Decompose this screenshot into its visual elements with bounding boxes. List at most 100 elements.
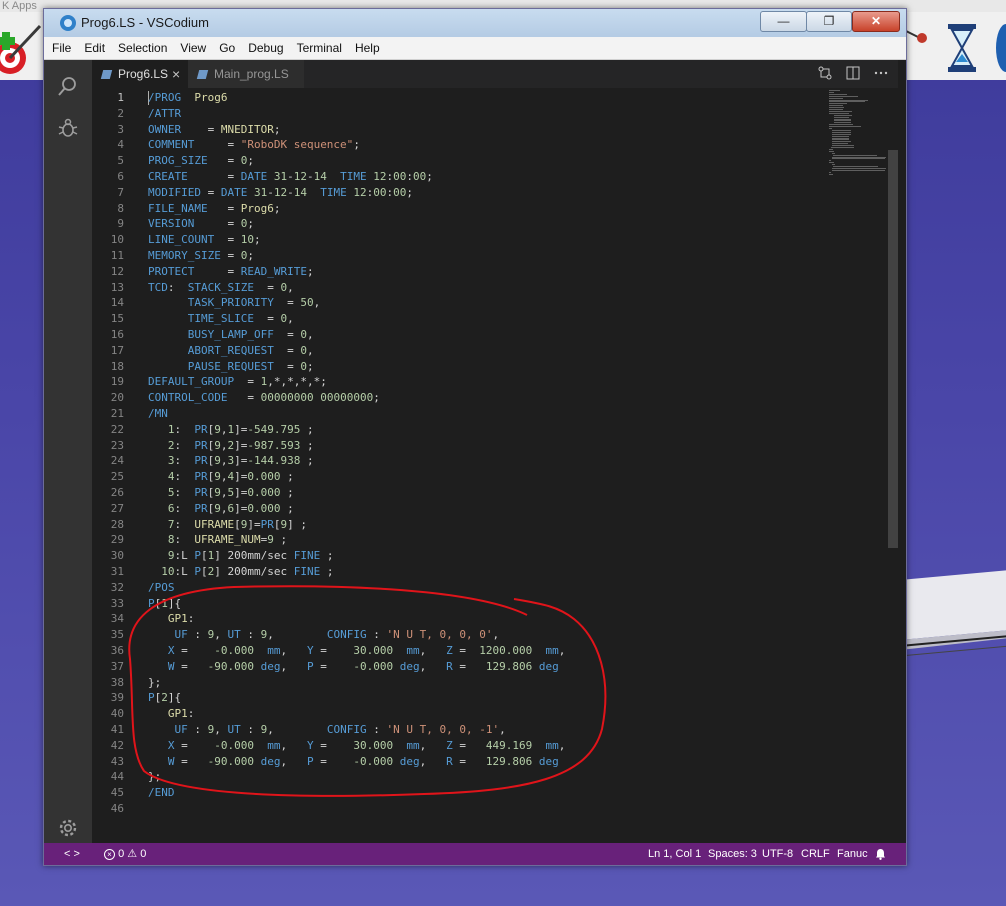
line-text: FILE_NAME = Prog6; <box>148 201 281 215</box>
maximize-button[interactable]: ❐ <box>806 11 852 32</box>
menu-selection[interactable]: Selection <box>113 37 172 59</box>
line-text: PROTECT = READ_WRITE; <box>148 264 314 278</box>
more-actions-icon[interactable] <box>874 66 888 80</box>
line-text: COMMENT = "RoboDK sequence"; <box>148 138 360 152</box>
line-number: 11 <box>110 249 124 262</box>
line-number: 6 <box>117 170 124 183</box>
cursor-position[interactable]: Ln 1, Col 1 <box>648 843 701 865</box>
line-number: 14 <box>110 296 124 310</box>
minimap-line <box>829 162 834 164</box>
source-control-compare-icon[interactable] <box>818 66 832 80</box>
line-number: 10 <box>110 233 124 247</box>
line-text: CONTROL_CODE = 00000000 00000000; <box>148 391 380 405</box>
minimap-line <box>829 105 844 107</box>
minimap-line <box>829 160 831 162</box>
line-text: /ATTR <box>148 106 182 120</box>
menu-view[interactable]: View <box>175 37 211 59</box>
encoding[interactable]: UTF-8 <box>762 843 793 865</box>
line-text: OWNER = MNEDITOR; <box>148 122 281 136</box>
line-text: UF : 9, UT : 9, CONFIG : 'N U T, 0, 0, 0… <box>174 628 500 642</box>
menu-terminal[interactable]: Terminal <box>292 37 347 59</box>
line-number: 37 <box>110 659 124 673</box>
line-text: 8: UFRAME_NUM=9 ; <box>167 533 288 547</box>
line-text: DEFAULT_GROUP = 1,*,*,*,*; <box>148 375 327 389</box>
minimap-line <box>829 148 833 150</box>
minimap-line <box>829 124 854 126</box>
line-number: 17 <box>110 343 124 357</box>
line-number: 42 <box>110 738 124 752</box>
line-text: MODIFIED = DATE 31-12-14 TIME 12:00:00; <box>148 185 413 199</box>
line-text: 5: PR[9,5]=0.000 ; <box>167 486 294 499</box>
text-cursor <box>148 91 149 105</box>
minimap-line <box>831 145 855 147</box>
line-number: 2 <box>117 106 124 120</box>
minimap-line <box>829 95 858 97</box>
file-icon <box>196 70 209 79</box>
vscodium-window: Prog6.LS - VSCodium — ❐ ✕ File Edit Select… <box>43 8 907 866</box>
search-icon[interactable] <box>44 66 92 106</box>
tab-main-prog[interactable]: Main_prog.LS <box>188 60 304 88</box>
menu-debug[interactable]: Debug <box>243 37 288 59</box>
line-number: 8 <box>117 201 124 215</box>
minimap-line <box>831 156 886 158</box>
language-mode[interactable]: Fanuc <box>837 843 868 865</box>
debug-icon[interactable] <box>44 108 92 148</box>
status-nav-arrows[interactable]: < > <box>64 843 80 865</box>
line-number: 19 <box>110 375 124 389</box>
line-number: 31 <box>110 565 124 578</box>
line-number: 7 <box>117 185 124 199</box>
minimap-line <box>831 167 886 169</box>
minimap[interactable] <box>829 90 889 180</box>
notification-bell-icon[interactable] <box>875 843 886 865</box>
line-number: 30 <box>110 549 124 563</box>
minimap-line <box>829 126 861 128</box>
line-number: 12 <box>110 264 124 278</box>
tab-prog6[interactable]: Prog6.LS × <box>92 60 188 88</box>
minimap-line <box>834 118 852 120</box>
warning-icon: ⚠ <box>127 848 138 860</box>
line-text: TASK_PRIORITY = 50, <box>187 296 321 310</box>
line-number: 39 <box>110 691 124 705</box>
menu-edit[interactable]: Edit <box>79 37 110 59</box>
minimap-line <box>831 164 836 166</box>
vertical-scrollbar-thumb[interactable] <box>888 150 898 548</box>
line-text: MEMORY_SIZE = 0; <box>148 249 254 262</box>
problems-indicator[interactable]: × 0 ⚠ 0 <box>104 843 146 865</box>
minimap-line <box>829 91 834 93</box>
line-number: 45 <box>110 786 124 800</box>
close-button[interactable]: ✕ <box>852 11 900 32</box>
minimap-line <box>831 135 849 137</box>
status-bar: < > × 0 ⚠ 0 Ln 1, Col 1 Spaces: 3 UTF-8 … <box>44 843 906 865</box>
line-number: 15 <box>110 312 124 326</box>
title-bar[interactable]: Prog6.LS - VSCodium — ❐ ✕ <box>44 9 906 37</box>
line-number: 36 <box>110 644 124 657</box>
line-text: X = -0.000 mm, Y = 30.000 mm, Z = 1200.0… <box>167 644 566 657</box>
line-text: 9:L P[1] 200mm/sec FINE ; <box>167 549 334 563</box>
menu-help[interactable]: Help <box>350 37 385 59</box>
minimap-line <box>829 93 847 95</box>
minimap-line <box>834 122 852 124</box>
activity-bar <box>44 60 92 843</box>
minimap-line <box>829 173 833 175</box>
code-editor[interactable]: 1/PROG Prog6 2/ATTR 3 OWNER = MNEDITOR; 4 COM… <box>92 90 832 850</box>
line-number: 27 <box>110 501 124 515</box>
line-text: 6: PR[9,6]=0.000 ; <box>167 501 294 515</box>
line-text: TCD: STACK_SIZE = 0, <box>148 280 294 294</box>
target-dart-icon <box>0 24 42 74</box>
line-ending[interactable]: CRLF <box>801 843 830 865</box>
line-text: W = -90.000 deg, P = -0.000 deg, R = 129… <box>167 659 559 673</box>
minimap-line <box>829 171 831 173</box>
gear-icon[interactable] <box>44 808 92 848</box>
minimap-line <box>829 150 834 152</box>
menu-go[interactable]: Go <box>214 37 240 59</box>
minimap-line <box>831 152 836 154</box>
close-icon[interactable]: × <box>172 60 180 88</box>
indentation[interactable]: Spaces: 3 <box>708 843 757 865</box>
minimap-line <box>829 90 840 91</box>
line-number: 23 <box>110 438 124 452</box>
minimap-line <box>834 114 853 116</box>
split-editor-icon[interactable] <box>846 66 860 80</box>
line-number: 46 <box>110 802 124 815</box>
menu-file[interactable]: File <box>47 37 76 59</box>
minimize-button[interactable]: — <box>760 11 807 32</box>
